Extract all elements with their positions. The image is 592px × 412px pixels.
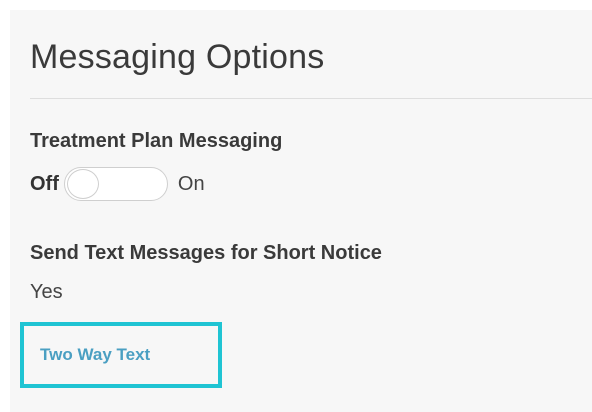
two-way-text-highlight: Two Way Text	[20, 322, 222, 388]
toggle-knob	[66, 169, 99, 199]
toggle-off-label: Off	[30, 172, 59, 195]
short-notice-value: Yes	[30, 281, 63, 303]
two-way-text-link[interactable]: Two Way Text	[40, 345, 150, 365]
page-title: Messaging Options	[30, 38, 325, 76]
treatment-plan-messaging-toggle[interactable]	[63, 167, 168, 201]
title-divider	[30, 98, 592, 99]
short-notice-label: Send Text Messages for Short Notice	[30, 242, 382, 264]
toggle-on-label: On	[177, 172, 205, 195]
treatment-plan-toggle-row: Off On	[30, 166, 205, 202]
treatment-plan-messaging-label: Treatment Plan Messaging	[30, 130, 283, 152]
